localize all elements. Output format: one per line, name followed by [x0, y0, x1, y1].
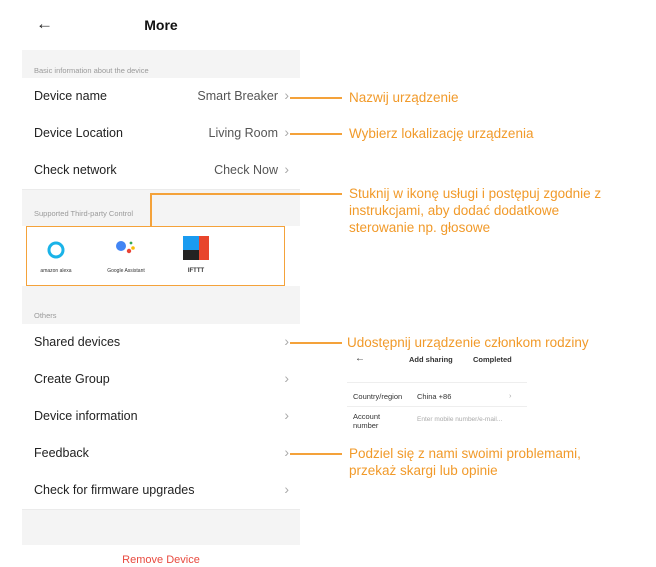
annotation-line-third-party-vertical	[150, 193, 152, 226]
row-label: Device information	[34, 409, 138, 423]
create-group-row[interactable]: Create Group ›	[22, 361, 300, 399]
row-label: Device name	[34, 89, 107, 103]
chevron-right-icon: ›	[284, 87, 289, 103]
remove-device-button[interactable]: Remove Device	[22, 554, 300, 566]
check-network-row[interactable]: Check network Check Now ›	[22, 152, 300, 190]
country-label: Country/region	[353, 392, 403, 401]
country-value: China +86	[417, 392, 452, 401]
section-label-others: Others	[34, 311, 57, 320]
row-value: Check Now	[214, 163, 278, 177]
page-title: More	[144, 17, 178, 33]
annotation-line-third-party	[150, 193, 342, 195]
row-label: Check for firmware upgrades	[34, 483, 195, 497]
device-location-row[interactable]: Device Location Living Room ›	[22, 115, 300, 153]
add-sharing-title: Add sharing	[409, 355, 453, 364]
annotation-share: Udostępnij urządzenie członkom rodziny	[347, 335, 589, 350]
annotation-name: Nazwij urządzenie	[349, 90, 459, 105]
row-label: Device Location	[34, 126, 123, 140]
annotation-line-location	[290, 133, 342, 135]
chevron-right-icon: ›	[284, 481, 289, 497]
annotation-line-name	[290, 97, 342, 99]
third-party-highlight-frame	[26, 226, 285, 286]
divider	[347, 406, 527, 407]
chevron-right-icon: ›	[284, 407, 289, 423]
account-label: Account number	[353, 412, 381, 430]
annotation-line-share	[290, 342, 342, 344]
row-label: Feedback	[34, 446, 89, 460]
feedback-row[interactable]: Feedback ›	[22, 435, 300, 473]
back-arrow-icon: ←	[355, 353, 365, 364]
device-information-row[interactable]: Device information ›	[22, 398, 300, 436]
completed-button: Completed	[473, 355, 512, 364]
account-input-placeholder: Enter mobile number/e-mail...	[417, 416, 503, 423]
firmware-upgrade-row[interactable]: Check for firmware upgrades ›	[22, 472, 300, 510]
annotation-line-feedback	[290, 453, 342, 455]
divider	[347, 382, 527, 383]
chevron-right-icon: ›	[284, 124, 289, 140]
chevron-right-icon: ›	[284, 333, 289, 349]
chevron-right-icon: ›	[284, 444, 289, 460]
shared-devices-row[interactable]: Shared devices ›	[22, 324, 300, 362]
section-label-third-party: Supported Third-party Control	[34, 209, 134, 218]
chevron-right-icon: ›	[509, 391, 512, 400]
chevron-right-icon: ›	[284, 370, 289, 386]
row-label: Shared devices	[34, 335, 121, 349]
row-value: Smart Breaker	[197, 89, 278, 103]
annotation-third-party: Stuknij w ikonę usługi i postępuj zgodni…	[349, 186, 602, 235]
annotation-location: Wybierz lokalizację urządzenia	[349, 126, 534, 141]
row-label: Check network	[34, 163, 117, 177]
device-name-row[interactable]: Device name Smart Breaker ›	[22, 78, 300, 116]
chevron-right-icon: ›	[284, 161, 289, 177]
header-bar: ← More	[22, 0, 300, 50]
add-sharing-preview: ← Add sharing Completed Country/region C…	[347, 352, 527, 432]
annotation-feedback: Podziel się z nami swoimi problemami, pr…	[349, 446, 581, 478]
section-label-basic: Basic information about the device	[34, 66, 149, 75]
row-value: Living Room	[208, 126, 278, 140]
row-label: Create Group	[34, 372, 110, 386]
